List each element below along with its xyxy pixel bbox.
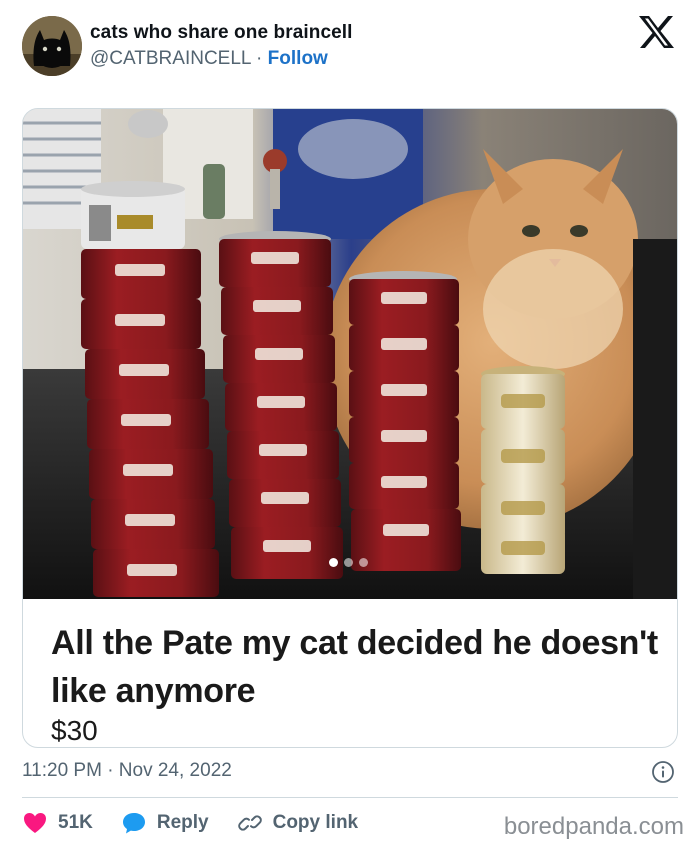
author-handle[interactable]: @CATBRAINCELL	[90, 48, 251, 69]
post-timestamp[interactable]: 11:20 PM · Nov 24, 2022	[22, 760, 232, 782]
divider	[22, 797, 678, 798]
reply-bubble-icon	[122, 813, 145, 834]
copy-link-label: Copy link	[272, 812, 359, 833]
heart-icon	[24, 813, 46, 833]
cat-avatar-icon[interactable]	[22, 16, 82, 76]
author-handle-row: @CATBRAINCELL · Follow	[90, 48, 328, 70]
x-logo-icon[interactable]	[636, 14, 676, 50]
copy-link-button[interactable]: Copy link	[237, 811, 359, 835]
media-pager	[329, 558, 368, 567]
reply-button[interactable]: Reply	[121, 811, 209, 835]
pager-dot-2[interactable]	[344, 558, 353, 567]
post-photo[interactable]	[23, 109, 677, 599]
watermark: boredpanda.com	[503, 813, 684, 840]
author-name[interactable]: cats who share one braincell	[90, 22, 353, 44]
like-count: 51K	[58, 812, 93, 833]
media-card[interactable]: All the Pate my cat decided he doesn't l…	[22, 108, 678, 748]
handle-separator: ·	[250, 48, 268, 69]
pager-dot-3[interactable]	[359, 558, 368, 567]
post-caption: All the Pate my cat decided he doesn't l…	[51, 624, 658, 710]
tweet-card: cats who share one braincell @CATBRAINCE…	[0, 0, 700, 851]
like-button[interactable]: 51K	[22, 811, 93, 835]
follow-button[interactable]: Follow	[268, 48, 328, 69]
pager-dot-1[interactable]	[329, 558, 338, 567]
post-price: $30	[51, 715, 98, 746]
info-icon[interactable]	[651, 760, 675, 784]
link-icon	[237, 815, 262, 831]
reply-label: Reply	[156, 812, 209, 833]
action-bar: 51K Reply Copy link	[22, 808, 386, 838]
